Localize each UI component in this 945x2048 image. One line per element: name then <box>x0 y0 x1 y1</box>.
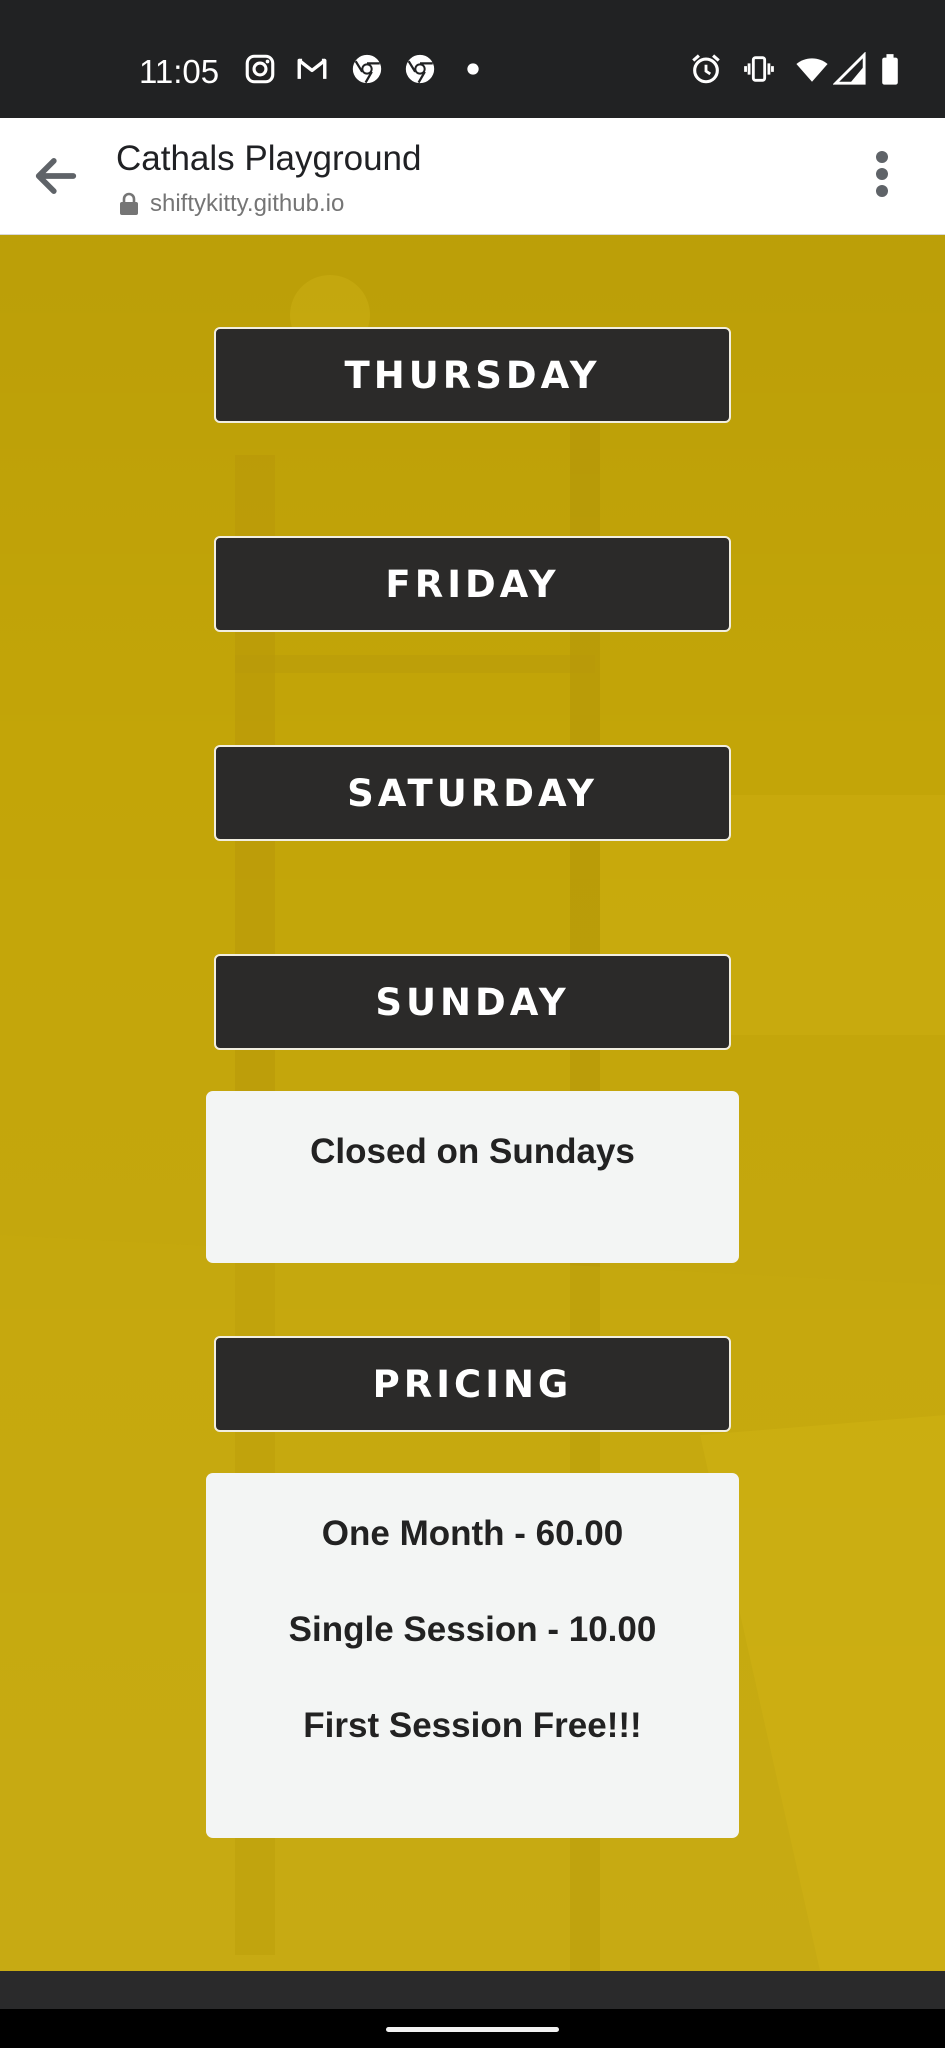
more-menu-button[interactable] <box>862 150 902 198</box>
status-bar: 11:05 <box>0 0 945 118</box>
pricing-button[interactable]: PRICING <box>214 1336 731 1432</box>
dot-icon <box>456 52 490 86</box>
gmail-icon <box>295 52 329 86</box>
sunday-closed-text: Closed on Sundays <box>310 1132 635 1171</box>
price-single-session: Single Session - 10.00 <box>288 1610 657 1649</box>
chrome-icon <box>403 52 437 86</box>
sunday-button[interactable]: SUNDAY <box>214 954 731 1050</box>
sunday-info-card: Closed on Sundays <box>206 1091 739 1263</box>
signal-icon <box>833 52 867 86</box>
friday-button[interactable]: FRIDAY <box>214 536 731 632</box>
bottom-bar <box>0 1971 945 2009</box>
back-button[interactable] <box>30 150 82 202</box>
home-gesture-handle[interactable] <box>386 2027 559 2032</box>
lock-icon <box>118 192 140 216</box>
more-vert-icon <box>876 151 888 197</box>
pricing-card: One Month - 60.00 Single Session - 10.00… <box>206 1473 739 1838</box>
page-title: Cathals Playground <box>116 139 422 178</box>
site-url: shiftykitty.github.io <box>150 190 345 217</box>
status-time: 11:05 <box>139 53 220 90</box>
chrome-icon <box>350 52 384 86</box>
vibrate-icon <box>742 52 776 86</box>
saturday-button[interactable]: SATURDAY <box>214 745 731 841</box>
page-content: THURSDAY FRIDAY SATURDAY SUNDAY Closed o… <box>0 235 945 1971</box>
wifi-icon <box>795 52 829 86</box>
instagram-icon <box>243 52 277 86</box>
battery-icon <box>873 52 907 86</box>
url-row[interactable]: shiftykitty.github.io <box>118 188 344 220</box>
thursday-button[interactable]: THURSDAY <box>214 327 731 423</box>
price-one-month: One Month - 60.00 <box>321 1514 624 1553</box>
browser-toolbar: Cathals Playground shiftykitty.github.io <box>0 118 945 235</box>
alarm-icon <box>689 52 723 86</box>
navigation-bar <box>0 2009 945 2048</box>
price-first-session: First Session Free!!! <box>303 1706 642 1745</box>
arrow-left-icon <box>35 158 77 194</box>
